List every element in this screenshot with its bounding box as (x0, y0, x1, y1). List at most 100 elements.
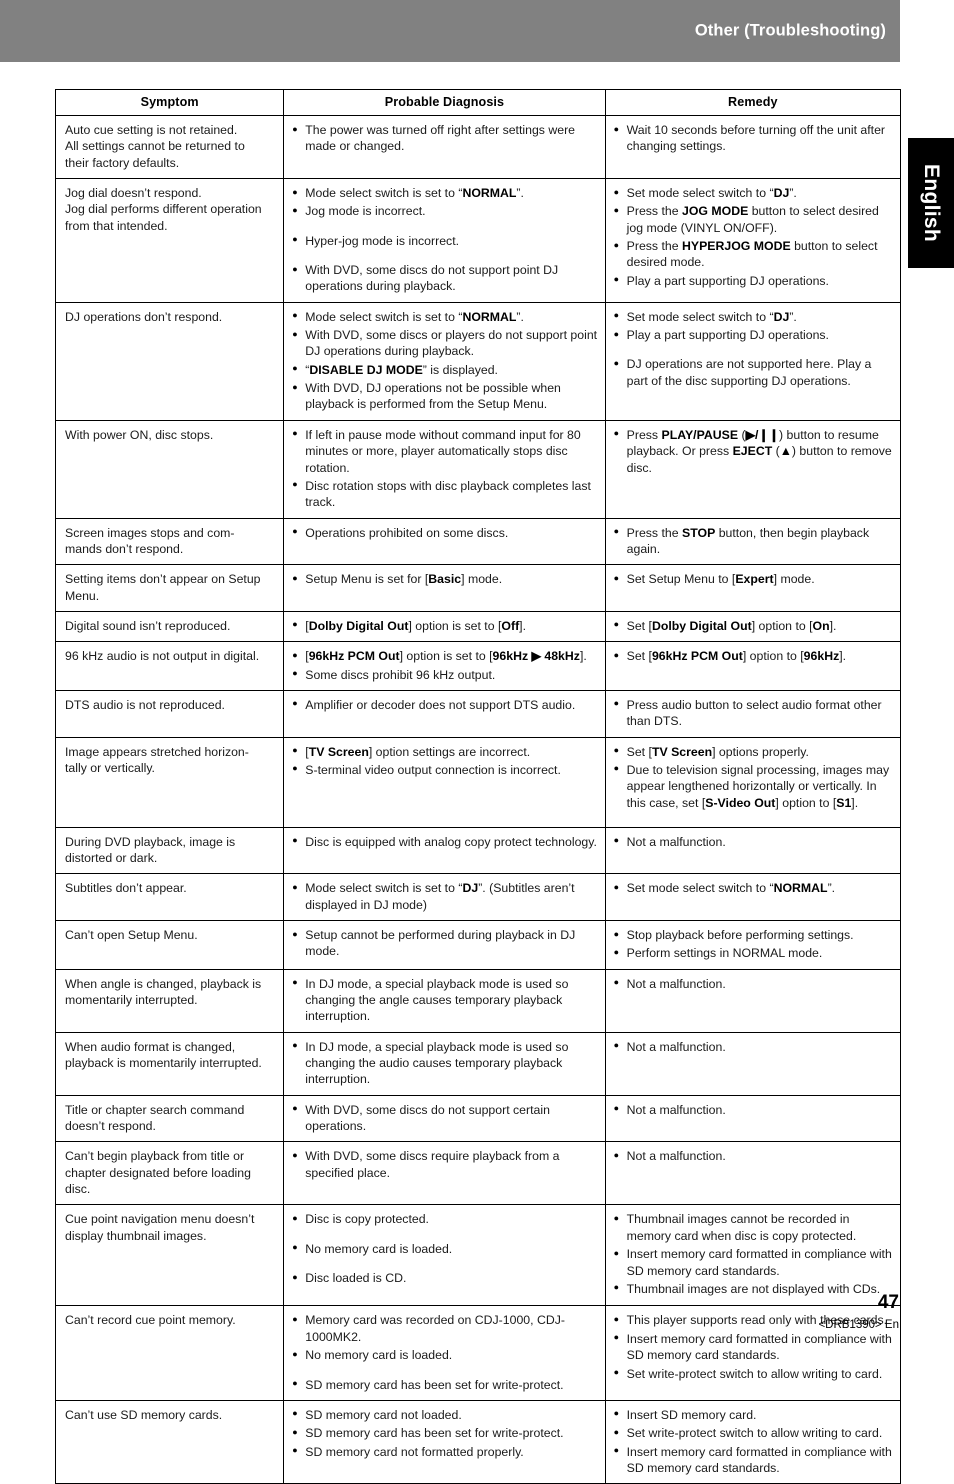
cell-remedy-list: Set [TV Screen] options properly.Due to … (614, 743, 893, 811)
diagnosis-item: In DJ mode, a special playback mode is u… (292, 975, 597, 1025)
remedy-item: Insert SD memory card. (614, 1406, 893, 1423)
cell-remedy: Insert SD memory card. Set write-protect … (604, 1399, 902, 1484)
symptom-line: When angle is changed, playback is (65, 976, 262, 991)
symptom-line: 96 kHz audio is not output in digital. (65, 649, 260, 664)
cell-probable-diagnosis: The power was turned off right after set… (283, 114, 606, 180)
remedy-item: Set mode select switch to “DJ”. (614, 308, 893, 325)
cell-remedy: Set [96kHz PCM Out] option to [96kHz]. (604, 641, 902, 691)
cell-remedy-list: Stop playback before performing settings… (614, 926, 893, 962)
table-row: Can’t record cue point memory. Memory car… (54, 1305, 902, 1401)
symptom-line: Setting items don’t appear on Setup (65, 572, 261, 587)
cell-remedy-text: Set mode select switch to “NORMAL”. (606, 874, 900, 903)
troubleshooting-table: Symptom Probable Diagnosis Remedy Auto c… (54, 89, 902, 1484)
symptom-text: Image appears stretched horizon-tally or… (56, 738, 283, 784)
remedy-item: Wait 10 seconds before turning off the u… (614, 122, 893, 155)
diagnosis-item: SD memory card not loaded. (292, 1406, 597, 1423)
cell-remedy: Set [TV Screen] options properly.Due to … (604, 736, 902, 828)
diagnosis-item: [96kHz PCM Out] option is set to [96kHz … (292, 648, 597, 664)
page-title: Other (Troubleshooting) (694, 21, 886, 40)
table-row: During DVD playback, image is distorted o… (54, 826, 902, 875)
symptom-line: Can’t begin playback from title or (65, 1149, 245, 1164)
cell-remedy: Not a malfunction. (604, 1094, 902, 1143)
cell-probable-diagnosis-text: Memory card was recorded on CDJ-1000, CD… (284, 1306, 604, 1399)
cell-symptom: Digital sound isn’t reproduced. (54, 610, 285, 643)
symptom-text: Jog dial doesn’t respond. Jog dial perfor… (56, 179, 283, 241)
symptom-text: Can’t record cue point memory. (56, 1306, 283, 1335)
cell-probable-diagnosis-list: Disc is equipped with analog copy protec… (292, 833, 597, 850)
table-row: Can’t use SD memory cards. SD memory card… (54, 1399, 902, 1484)
remedy-item: Due to television signal processing, ima… (614, 761, 893, 811)
cell-probable-diagnosis-text: Amplifier or decoder does not support DT… (284, 691, 604, 720)
symptom-text: Setting items don’t appear on Setup Menu. (56, 565, 283, 611)
table-row: Title or chapter search command doesn’t r… (54, 1094, 902, 1143)
symptom-line: display thumbnail images. (65, 1228, 207, 1243)
remedy-item: Set [TV Screen] options properly. (614, 743, 893, 760)
diagnosis-item: Setup cannot be performed during playbac… (292, 927, 597, 960)
cell-remedy-list: Set mode select switch to “DJ”. Play a pa… (614, 308, 893, 389)
cell-probable-diagnosis: Memory card was recorded on CDJ-1000, CD… (283, 1305, 606, 1401)
table-row: Setting items don’t appear on Setup Menu.… (54, 564, 902, 612)
remedy-item: Not a malfunction. (614, 1101, 893, 1118)
symptom-line: from that intended. (65, 218, 168, 233)
symptom-line: Can’t open Setup Menu. (65, 928, 198, 942)
diagnosis-item: Disc rotation stops with disc playback c… (292, 477, 597, 511)
cell-probable-diagnosis-list: With DVD, some discs do not support cert… (292, 1101, 597, 1135)
symptom-text: Can’t use SD memory cards. (56, 1401, 283, 1430)
cell-probable-diagnosis-list: Operations prohibited on some discs. (292, 524, 597, 541)
cell-remedy-list: Not a malfunction. (614, 975, 893, 992)
cell-remedy-list: Not a malfunction. (614, 1148, 893, 1164)
diagnosis-item: With DVD, some discs do not support cert… (292, 1101, 597, 1135)
symptom-line: Can’t use SD memory cards. (65, 1407, 223, 1422)
table-row: Jog dial doesn’t respond. Jog dial perfor… (54, 178, 902, 303)
remedy-item: Set Setup Menu to [Expert] mode. (614, 571, 893, 587)
symptom-line: playback is momentarily interrupted. (65, 1056, 262, 1071)
symptom-text: Can’t open Setup Menu. (56, 921, 283, 950)
cell-remedy-text: Not a malfunction. (606, 1033, 900, 1062)
diagnosis-item: Jog mode is incorrect. (292, 203, 597, 219)
cell-symptom: Can’t open Setup Menu. (54, 920, 285, 970)
cell-remedy: Set mode select switch to “NORMAL”. (604, 873, 902, 921)
column-header-symptom: Symptom (54, 89, 285, 116)
table-row: Can’t begin playback from title or chapte… (54, 1141, 902, 1206)
cell-remedy-list: Press audio button to select audio forma… (614, 696, 893, 730)
cell-probable-diagnosis-list: With DVD, some discs require playback fr… (292, 1148, 597, 1181)
symptom-line: chapter designated before loading disc. (65, 1165, 251, 1197)
symptom-text: Auto cue setting is not retained. All set… (56, 116, 283, 178)
table-row: When audio format is changed, playback is… (54, 1031, 902, 1096)
cell-probable-diagnosis-list: Mode select switch is set to “DJ”. (Subt… (292, 880, 597, 913)
remedy-item: Not a malfunction. (614, 833, 893, 850)
symptom-line: Cue point navigation menu doesn’t (65, 1212, 255, 1227)
symptom-text: DTS audio is not reproduced. (56, 691, 283, 720)
diagnosis-item: With DVD, some discs or players do not s… (292, 327, 597, 360)
diagnosis-item: Disc is equipped with analog copy protec… (292, 833, 597, 850)
remedy-item: Insert memory card formatted in complian… (614, 1246, 893, 1279)
cell-probable-diagnosis: Operations prohibited on some discs. (283, 517, 606, 566)
cell-symptom: Title or chapter search command doesn’t r… (54, 1094, 285, 1143)
symptom-text: DJ operations don’t respond. (56, 303, 283, 332)
cell-probable-diagnosis: Mode select switch is set to “NORMAL”. Wi… (283, 301, 606, 421)
cell-probable-diagnosis: [Dolby Digital Out] option is set to [Of… (283, 610, 606, 643)
cell-remedy-text: Press PLAY/PAUSE (▶/❙❙) button to resume… (606, 421, 900, 483)
cell-probable-diagnosis-text: Setup cannot be performed during playbac… (284, 921, 604, 967)
cell-probable-diagnosis: [TV Screen] option settings are incorrec… (283, 736, 606, 828)
cell-remedy: Not a malfunction. (604, 968, 902, 1033)
cell-probable-diagnosis-text: Setup Menu is set for [Basic] mode. (284, 565, 604, 594)
cell-remedy-text: Not a malfunction. (606, 1096, 900, 1125)
cell-remedy-text: Not a malfunction. (606, 1142, 900, 1171)
cell-probable-diagnosis: Mode select switch is set to “NORMAL”. Jo… (283, 178, 606, 303)
symptom-line: Image appears stretched horizon- (65, 744, 249, 759)
cell-symptom: Jog dial doesn’t respond. Jog dial perfor… (54, 178, 285, 303)
cell-probable-diagnosis-list: Setup Menu is set for [Basic] mode. (292, 571, 597, 587)
remedy-item: Set [96kHz PCM Out] option to [96kHz]. (614, 648, 893, 664)
remedy-item: Set mode select switch to “NORMAL”. (614, 880, 893, 896)
symptom-line: Subtitles don’t appear. (65, 881, 187, 896)
cell-probable-diagnosis: If left in pause mode without command in… (283, 419, 606, 519)
cell-remedy-text: Set [96kHz PCM Out] option to [96kHz]. (606, 642, 900, 671)
remedy-item: Thumbnail images cannot be recorded in m… (614, 1211, 893, 1244)
symptom-line: tally or vertically. (65, 760, 155, 775)
symptom-line: With power ON, disc stops. (65, 427, 214, 442)
cell-remedy-list: Set mode select switch to “DJ”. Press the… (614, 185, 893, 289)
diagnosis-item: Mode select switch is set to “NORMAL”. (292, 308, 597, 325)
cell-probable-diagnosis: Disc is equipped with analog copy protec… (283, 826, 606, 875)
diagnosis-item: Amplifier or decoder does not support DT… (292, 696, 597, 713)
